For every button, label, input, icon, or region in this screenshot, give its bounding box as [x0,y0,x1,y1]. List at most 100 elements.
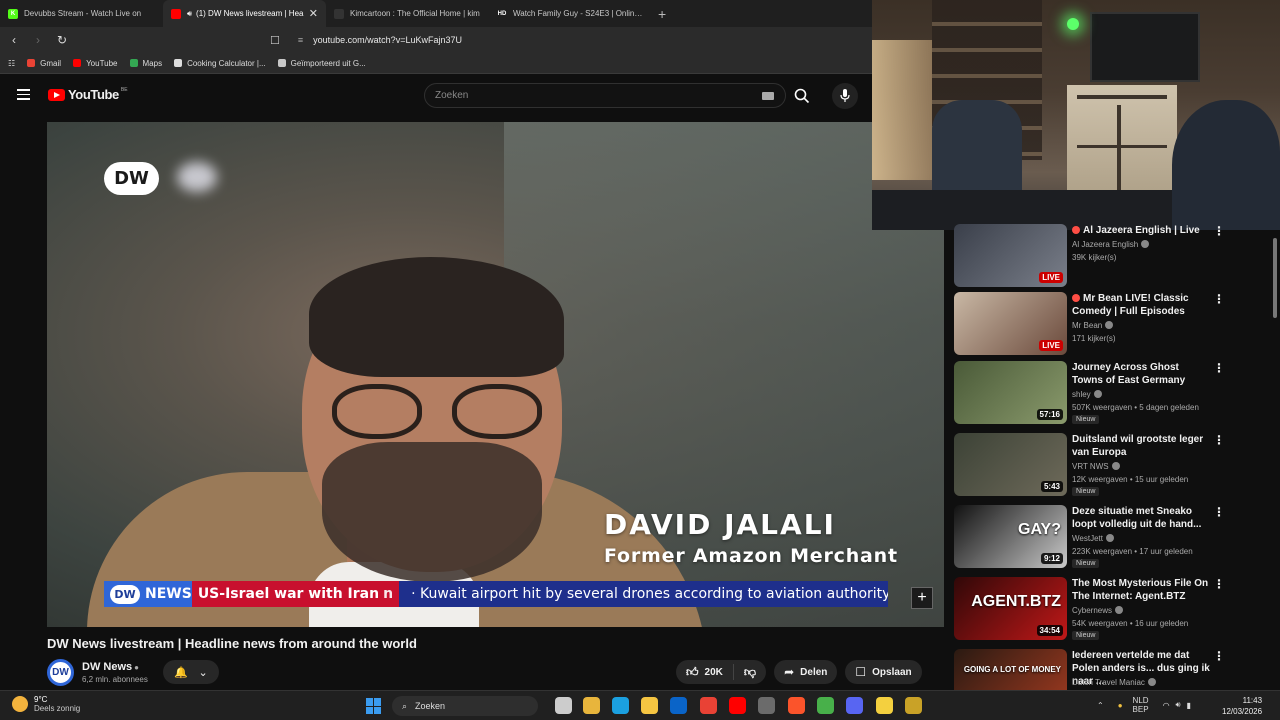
recommended-video-title[interactable]: Journey Across Ghost Towns of East Germa… [1072,361,1212,387]
volume-icon[interactable]: 🔊︎ [1176,700,1181,710]
file-manager-icon[interactable] [583,697,600,714]
video-thumbnail[interactable]: AGENT.BTZ 34:54 [954,577,1067,640]
channel-name[interactable]: DW News [82,661,132,673]
browser-tab[interactable]: Kimcartoon : The Official Home | kim [326,0,489,27]
close-tab-icon[interactable]: ✕ [309,7,318,20]
recommended-video[interactable]: 57:16 Journey Across Ghost Towns of East … [953,361,1228,427]
video-thumbnail[interactable]: GAY? 9:12 [954,505,1067,568]
duration-badge: 57:16 [1036,409,1063,420]
recommended-channel[interactable]: WestJett [1072,532,1114,545]
new-tab-button[interactable]: + [652,0,666,27]
verified-icon [1115,606,1124,614]
browser-tab[interactable]: K Devubbs Stream - Watch Live on [0,0,163,27]
video-player[interactable]: DW DAVID JALALI Former Amazon Merchant D… [47,122,944,627]
search-button[interactable] [786,83,818,108]
video-thumbnail[interactable]: 57:16 [954,361,1067,424]
ticker-topic-tail: n [383,586,394,602]
recommended-meta: 507K weergaven • 5 dagen geleden [1072,403,1199,412]
more-options-icon[interactable]: ⋮ [1213,434,1225,446]
forward-icon[interactable]: › [28,33,48,47]
url-field[interactable]: ≡ youtube.com/watch?v=LuKwFajn37U [298,35,462,45]
start-button[interactable] [366,698,382,714]
bookmark-icon[interactable]: ☐ [270,34,280,47]
recommended-video-title[interactable]: Deze situatie met Sneako loopt volledig … [1072,505,1212,531]
recommended-channel-name: Al Jazeera English [1072,240,1139,249]
video-thumbnail[interactable]: LIVE [954,224,1067,287]
taskbar-search[interactable]: ⌕ Zoeken [392,696,538,716]
recommended-video-title[interactable]: Al Jazeera English | Live [1072,224,1212,237]
recommended-channel[interactable]: Al Jazeera English [1072,238,1150,251]
video-thumbnail[interactable]: LIVE [954,292,1067,355]
notification-bell-button[interactable]: 🔔 ⌄ [163,660,219,684]
recommended-video-title[interactable]: Mr Bean LIVE! Classic Comedy | Full Epis… [1072,292,1212,318]
more-options-icon[interactable]: ⋮ [1213,362,1225,374]
kimcartoon-icon [334,8,344,19]
recommended-video-title[interactable]: The Most Mysterious File On The Internet… [1072,577,1212,603]
game-icon[interactable] [817,697,834,714]
browser-tab[interactable]: HD Watch Family Guy - S24E3 | Online H [489,0,652,27]
recommended-title-text: Journey Across Ghost Towns of East Germa… [1072,362,1186,386]
task-view-icon[interactable] [555,697,572,714]
bookmark-item[interactable]: Geïmporteerd uit G... [277,59,366,68]
chrome-icon[interactable] [700,697,717,714]
bookmark-item[interactable]: YouTube [73,59,118,68]
more-options-icon[interactable]: ⋮ [1213,225,1225,237]
recommended-channel[interactable]: VRT NWS [1072,460,1120,473]
save-button[interactable]: ☐ Opslaan [845,660,922,684]
more-options-icon[interactable]: ⋮ [1213,293,1225,305]
browser-tab[interactable]: 🔊︎ (1) DW News livestream | Hea ✕ [163,0,326,27]
recommended-video[interactable]: 5:43 Duitsland wil grootste leger van Eur… [953,433,1228,499]
recommended-channel[interactable]: shley [1072,388,1102,401]
apps-grid-icon[interactable]: ☷ [8,59,15,68]
more-options-icon[interactable]: ⋮ [1213,506,1225,518]
duration-badge: 9:12 [1040,553,1063,564]
more-options-icon[interactable]: ⋮ [1213,650,1225,662]
sidebar-scrollbar[interactable] [1270,228,1280,690]
bookmark-item[interactable]: Gmail [27,59,61,68]
brave-icon[interactable] [788,697,805,714]
folder-icon[interactable] [641,697,658,714]
weather-widget[interactable]: 9°C Deels zonnig [12,695,80,713]
bookmark-item[interactable]: Cooking Calculator |... [174,59,266,68]
youtube-logo[interactable]: YouTube BE [48,87,128,102]
language-indicator[interactable]: NLD BEP [1133,696,1149,714]
discord-icon[interactable] [846,697,863,714]
outlook-icon[interactable] [670,697,687,714]
back-icon[interactable]: ‹ [4,33,24,47]
site-settings-icon[interactable]: ≡ [298,35,303,45]
recommended-video-title[interactable]: Duitsland wil grootste leger van Europa [1072,433,1212,459]
thumbnail-text: GAY? [1018,521,1061,538]
app-icon[interactable] [905,697,922,714]
keyboard-icon[interactable] [762,92,774,100]
recommended-video[interactable]: LIVE Al Jazeera English | Live Al Jazeera … [953,224,1228,290]
recommended-video[interactable]: GAY? 9:12 Deze situatie met Sneako loopt v… [953,505,1228,571]
recommended-channel[interactable]: Dutch Travel Maniac [1072,676,1156,689]
search-box[interactable]: Zoeken [424,83,786,108]
calculator-icon[interactable] [758,697,775,714]
video-thumbnail[interactable]: 5:43 [954,433,1067,496]
more-options-icon[interactable]: ⋮ [1213,578,1225,590]
tray-app-icon[interactable]: ● [1118,701,1123,710]
voice-search-button[interactable] [832,83,858,109]
battery-icon[interactable]: ▮ [1187,701,1191,710]
recommended-channel[interactable]: Mr Bean [1072,319,1114,332]
recommended-video[interactable]: AGENT.BTZ 34:54 The Most Mysterious File O… [953,577,1228,643]
youtube-icon[interactable] [729,697,746,714]
audio-playing-icon[interactable]: 🔊︎ [187,9,192,19]
search-input[interactable]: Zoeken [435,90,468,101]
channel-avatar[interactable]: DW [47,659,74,686]
taskbar-clock[interactable]: 11:43 12/03/2026 [1222,695,1262,717]
wifi-icon[interactable]: ◠ [1163,701,1170,710]
expand-button[interactable]: + [911,587,933,609]
menu-icon[interactable] [17,89,30,100]
recommended-channel[interactable]: Cybernews [1072,604,1124,617]
like-button[interactable]: 👍︎ 20K [676,664,734,680]
share-button[interactable]: ➦ Delen [774,660,838,684]
chevron-up-icon[interactable]: ⌃ [1097,701,1104,710]
bookmark-item[interactable]: Maps [129,59,162,68]
edge-icon[interactable] [612,697,629,714]
dislike-button[interactable]: 👎︎ [734,665,766,680]
recommended-video[interactable]: LIVE Mr Bean LIVE! Classic Comedy | Full … [953,292,1228,358]
reload-icon[interactable]: ↻ [52,33,72,47]
chat-icon[interactable] [876,697,893,714]
